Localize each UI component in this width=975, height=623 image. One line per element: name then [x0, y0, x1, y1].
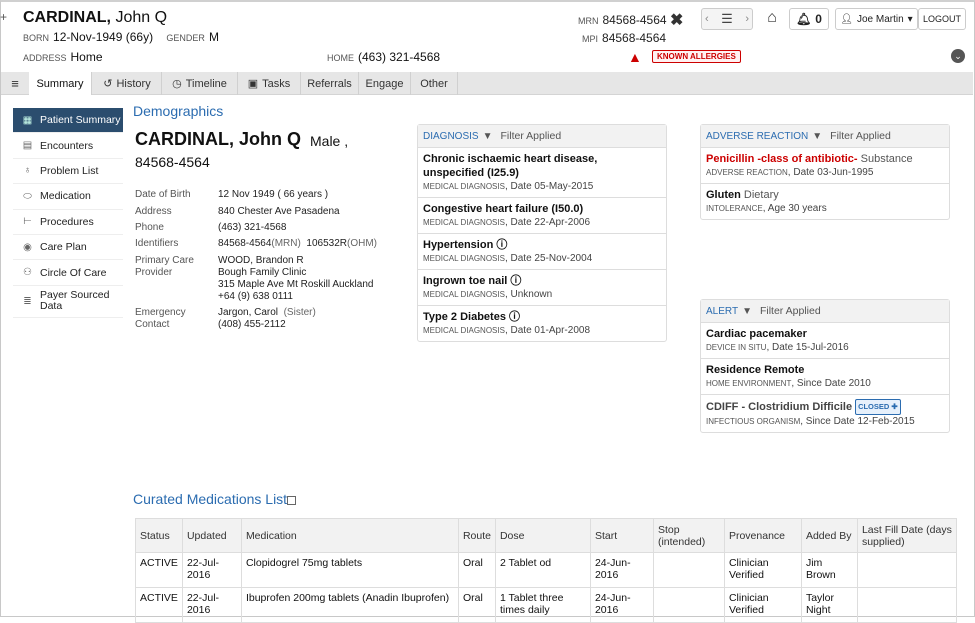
filter-icon[interactable]: ▼	[742, 306, 752, 317]
medications-title: Curated Medications List	[133, 491, 288, 507]
expand-left-icon[interactable]: +	[0, 10, 9, 30]
pin-icon: ✚	[891, 402, 898, 411]
calendar-icon: ▤	[22, 140, 33, 152]
sidebar-item-patient-summary[interactable]: ▦ Patient Summary	[13, 108, 123, 134]
table-row[interactable]: ACTIVE 22-Jul-2016 Ibuprofen 200mg tablets…	[135, 587, 958, 623]
sidebar-item-circle-of-care[interactable]: ⚇ Circle Of Care	[13, 260, 123, 286]
bed-icon: ⊢	[23, 216, 32, 228]
filter-icon[interactable]: ▼	[812, 131, 822, 142]
diagnosis-item[interactable]: Congestive heart failure (I50.0) MEDICAL …	[418, 198, 666, 234]
diagnosis-item[interactable]: Chronic ischaemic heart disease, unspeci…	[418, 148, 666, 198]
adverse-reaction-item[interactable]: Penicillin -class of antibiotic- Substan…	[701, 148, 949, 184]
notifications-button[interactable]: 🔔︎ 0	[789, 8, 829, 30]
filter-icon[interactable]: ▼	[483, 131, 493, 142]
sidebar-item-care-plan[interactable]: ◉ Care Plan	[13, 235, 123, 261]
hamburger-menu-icon[interactable]: ≡	[5, 72, 25, 95]
collapse-banner-icon[interactable]: ⌄	[951, 49, 965, 63]
patient-banner-mrn: MRN 84568-4564	[578, 13, 667, 27]
patient-banner-phone: HOME (463) 321-4568	[327, 50, 441, 64]
users-icon: ⚇	[23, 267, 32, 279]
tab-tasks[interactable]: ▣ Tasks	[238, 72, 301, 95]
sidebar-item-payer-sourced-data[interactable]: ≣ Payer Sourced Data	[13, 286, 123, 318]
adverse-reaction-header[interactable]: ADVERSE REACTION ▼ Filter Applied	[701, 125, 949, 148]
alert-panel: ALERT ▼ Filter Applied Cardiac pacemaker DE…	[700, 299, 950, 433]
column-header[interactable]: Provenance	[723, 518, 802, 553]
column-header[interactable]: Route	[457, 518, 496, 553]
home-icon[interactable]: ⌂	[760, 9, 784, 29]
tab-engage[interactable]: Engage	[359, 72, 411, 95]
clock-icon: ◷	[172, 78, 182, 90]
stethoscope-icon: ♁	[23, 165, 32, 177]
alert-item[interactable]: CDIFF - Clostridium Difficile CLOSED ✚ INF…	[701, 395, 949, 432]
patient-mrn: 84568-4564	[135, 154, 210, 170]
sidebar: ▦ Patient Summary ▤ Encounters ♁ Problem Li…	[13, 108, 123, 318]
history-icon: ↺	[103, 78, 113, 90]
tab-history[interactable]: ↺ History	[93, 72, 162, 95]
table-header-row: Status Updated Medication Route Dose Sta…	[135, 518, 958, 553]
close-patient-icon[interactable]: ✖	[670, 10, 683, 30]
closed-badge: CLOSED ✚	[855, 399, 901, 415]
tab-referrals[interactable]: Referrals	[301, 72, 359, 95]
chevron-right-icon[interactable]: ›	[745, 13, 749, 25]
user-icon: 👤︎	[840, 13, 853, 25]
column-header[interactable]: Added By	[800, 518, 858, 553]
grid-icon: ▦	[22, 114, 33, 126]
checkbox-icon[interactable]	[287, 496, 296, 505]
sidebar-item-encounters[interactable]: ▤ Encounters	[13, 133, 123, 159]
column-header[interactable]: Last Fill Date (days supplied)	[856, 518, 958, 553]
tab-other[interactable]: Other	[411, 72, 458, 95]
caret-down-icon: ▾	[907, 13, 913, 25]
tab-timeline[interactable]: ◷ Timeline	[162, 72, 238, 95]
sidebar-item-procedures[interactable]: ⊢ Procedures	[13, 210, 123, 235]
diagnosis-header[interactable]: DIAGNOSIS ▼ Filter Applied	[418, 125, 666, 148]
diagnosis-panel: DIAGNOSIS ▼ Filter Applied Chronic ischaem…	[417, 124, 667, 342]
adverse-reaction-item[interactable]: Gluten Dietary INTOLERANCE, Age 30 years	[701, 184, 949, 219]
camera-icon: ▣	[247, 78, 259, 90]
diagnosis-item[interactable]: Ingrown toe nail ⓘ MEDICAL DIAGNOSIS, Unk…	[418, 270, 666, 306]
info-icon[interactable]: ⓘ	[510, 275, 521, 287]
table-row[interactable]: ACTIVE 22-Jul-2016 Clopidogrel 75mg tablet…	[135, 552, 958, 588]
patient-name: CARDINAL, John Q	[135, 129, 301, 149]
tab-bar: ≡ Summary ↺ History ◷ Timeline ▣ Tasks Refe…	[1, 72, 973, 95]
warning-icon: ▲	[628, 49, 642, 65]
tab-summary[interactable]: Summary	[29, 72, 92, 95]
column-header[interactable]: Updated	[181, 518, 242, 553]
column-header[interactable]: Dose	[494, 518, 591, 553]
notification-count: 0	[815, 12, 822, 26]
column-header[interactable]: Medication	[240, 518, 459, 553]
alert-item[interactable]: Residence Remote HOME ENVIRONMENT, Since …	[701, 359, 949, 395]
column-header[interactable]: Start	[589, 518, 654, 553]
pill-icon: ⬭	[23, 190, 32, 202]
patient-banner-mpi: MPI 84568-4564	[582, 31, 667, 45]
diagnosis-item[interactable]: Type 2 Diabetes ⓘ MEDICAL DIAGNOSIS, Date…	[418, 306, 666, 341]
list-icon[interactable]: ☰	[721, 11, 733, 27]
user-menu-button[interactable]: 👤︎ Joe Martin ▾	[835, 8, 918, 30]
patient-banner-address: ADDRESS Home	[23, 50, 103, 64]
known-allergies-badge[interactable]: KNOWN ALLERGIES	[652, 50, 741, 63]
patient-banner-born: BORN 12-Nov-1949 (66y) GENDER M	[23, 30, 219, 44]
info-icon[interactable]: ⓘ	[496, 239, 507, 251]
patient-banner-name: CARDINAL, John Q	[23, 9, 168, 26]
sidebar-item-medication[interactable]: ⬭ Medication	[13, 184, 123, 210]
logout-button[interactable]: LOGOUT	[918, 8, 966, 30]
demographics-title: Demographics	[133, 103, 224, 119]
info-icon[interactable]: ⓘ	[509, 311, 520, 323]
target-icon: ◉	[23, 241, 32, 253]
sidebar-item-problem-list[interactable]: ♁ Problem List	[13, 159, 123, 185]
alert-header[interactable]: ALERT ▼ Filter Applied	[701, 300, 949, 323]
alert-item[interactable]: Cardiac pacemaker DEVICE IN SITU, Date 15…	[701, 323, 949, 359]
nav-group: ‹ ☰ ›	[701, 8, 753, 30]
patient-sex: Male ,	[310, 133, 349, 149]
medications-table: Status Updated Medication Route Dose Sta…	[135, 518, 958, 623]
chevron-left-icon[interactable]: ‹	[705, 13, 709, 25]
diagnosis-item[interactable]: Hypertension ⓘ MEDICAL DIAGNOSIS, Date 25…	[418, 234, 666, 270]
column-header[interactable]: Status	[135, 518, 183, 553]
database-icon: ≣	[23, 295, 32, 307]
bell-icon: 🔔︎	[796, 12, 812, 26]
adverse-reaction-panel: ADVERSE REACTION ▼ Filter Applied Penicill…	[700, 124, 950, 220]
column-header[interactable]: Stop (intended)	[652, 518, 725, 553]
